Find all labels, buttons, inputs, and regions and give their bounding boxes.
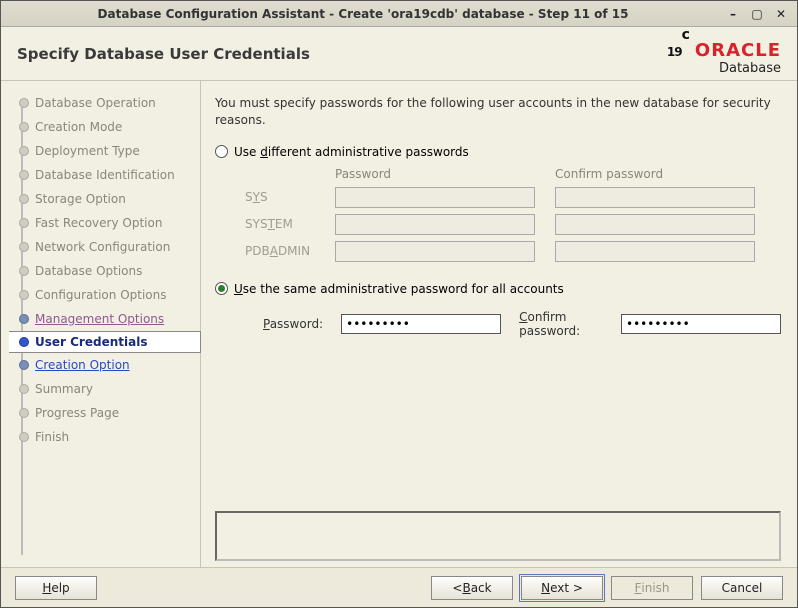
- wizard-step-deployment-type: Deployment Type: [9, 139, 200, 163]
- step-bullet-icon: [19, 408, 29, 418]
- radio-different-label: Use different administrative passwords: [234, 145, 469, 159]
- password-input[interactable]: [341, 314, 501, 334]
- step-label[interactable]: Creation Option: [35, 358, 130, 372]
- wizard-step-fast-recovery-option: Fast Recovery Option: [9, 211, 200, 235]
- step-label: Storage Option: [35, 192, 126, 206]
- step-label: Progress Page: [35, 406, 119, 420]
- wizard-step-database-operation: Database Operation: [9, 91, 200, 115]
- row-system-label: SYSTEM: [245, 217, 335, 231]
- wizard-step-configuration-options: Configuration Options: [9, 283, 200, 307]
- step-label: User Credentials: [35, 335, 147, 349]
- row-sys: SYS: [245, 187, 781, 208]
- footer: Help < Back Next > Finish Cancel: [1, 567, 797, 607]
- step-label: Configuration Options: [35, 288, 167, 302]
- row-sys-label: SYS: [245, 190, 335, 204]
- row-pdbadmin-label: PDBADMIN: [245, 244, 335, 258]
- step-bullet-icon: [19, 170, 29, 180]
- step-bullet-icon: [19, 432, 29, 442]
- row-system: SYSTEM: [245, 214, 781, 235]
- wizard-step-creation-option[interactable]: Creation Option: [9, 353, 200, 377]
- step-label: Deployment Type: [35, 144, 140, 158]
- wizard-step-database-options: Database Options: [9, 259, 200, 283]
- close-button[interactable]: ✕: [771, 6, 791, 22]
- header: Specify Database User Credentials 19c OR…: [1, 27, 797, 81]
- step-bullet-icon: [19, 266, 29, 276]
- step-label: Summary: [35, 382, 93, 396]
- next-button[interactable]: Next >: [521, 576, 603, 600]
- password-grid: Password Confirm password SYS SYSTEM: [245, 167, 781, 268]
- finish-button: Finish: [611, 576, 693, 600]
- step-label: Database Options: [35, 264, 142, 278]
- step-label: Creation Mode: [35, 120, 122, 134]
- back-button[interactable]: < Back: [431, 576, 513, 600]
- cancel-button[interactable]: Cancel: [701, 576, 783, 600]
- wizard-step-database-identification: Database Identification: [9, 163, 200, 187]
- sys-password: [335, 187, 535, 208]
- radio-same-password[interactable]: Use the same administrative password for…: [215, 282, 781, 296]
- wizard-step-management-options[interactable]: Management Options: [9, 307, 200, 331]
- step-bullet-icon: [19, 314, 29, 324]
- step-bullet-icon: [19, 122, 29, 132]
- same-password-row: Password: Confirm password:: [263, 310, 781, 338]
- pdbadmin-password: [335, 241, 535, 262]
- confirm-password-label: Confirm password:: [519, 310, 603, 338]
- radio-icon: [215, 282, 228, 295]
- titlebar: Database Configuration Assistant - Creat…: [1, 1, 797, 27]
- wizard-step-summary: Summary: [9, 377, 200, 401]
- grid-header-confirm: Confirm password: [555, 167, 755, 181]
- maximize-button[interactable]: ▢: [747, 6, 767, 22]
- content: Database Operation Creation Mode Deploymen…: [1, 81, 797, 567]
- step-bullet-icon: [19, 146, 29, 156]
- step-label[interactable]: Management Options: [35, 312, 164, 326]
- window: Database Configuration Assistant - Creat…: [0, 0, 798, 608]
- oracle-logo: 19c ORACLE Database: [667, 33, 781, 75]
- sys-confirm: [555, 187, 755, 208]
- step-bullet-icon: [19, 290, 29, 300]
- radio-different-passwords[interactable]: Use different administrative passwords: [215, 145, 781, 159]
- password-label: Password:: [263, 317, 323, 331]
- product-text: Database: [719, 62, 781, 75]
- wizard-step-storage-option: Storage Option: [9, 187, 200, 211]
- row-pdbadmin: PDBADMIN: [245, 241, 781, 262]
- wizard-step-network-configuration: Network Configuration: [9, 235, 200, 259]
- minimize-button[interactable]: –: [723, 6, 743, 22]
- step-bullet-icon: [19, 360, 29, 370]
- step-label: Network Configuration: [35, 240, 170, 254]
- wizard-step-creation-mode: Creation Mode: [9, 115, 200, 139]
- step-label: Finish: [35, 430, 69, 444]
- step-bullet-icon: [19, 384, 29, 394]
- wizard-step-user-credentials: User Credentials: [9, 331, 201, 353]
- wizard-steps-sidebar: Database Operation Creation Mode Deploymen…: [1, 81, 201, 567]
- grid-header-password: Password: [335, 167, 535, 181]
- brand-text: ORACLE: [695, 42, 781, 60]
- step-bullet-icon: [19, 98, 29, 108]
- pdbadmin-confirm: [555, 241, 755, 262]
- step-label: Database Identification: [35, 168, 175, 182]
- system-confirm: [555, 214, 755, 235]
- page-title: Specify Database User Credentials: [17, 45, 667, 63]
- confirm-password-input[interactable]: [621, 314, 781, 334]
- main-panel: You must specify passwords for the follo…: [201, 81, 797, 567]
- step-bullet-icon: [19, 194, 29, 204]
- radio-same-label: Use the same administrative password for…: [234, 282, 564, 296]
- step-label: Database Operation: [35, 96, 156, 110]
- step-bullet-icon: [19, 242, 29, 252]
- instruction-text: You must specify passwords for the follo…: [215, 95, 781, 129]
- wizard-step-progress-page: Progress Page: [9, 401, 200, 425]
- window-title: Database Configuration Assistant - Creat…: [7, 7, 719, 21]
- system-password: [335, 214, 535, 235]
- body: Specify Database User Credentials 19c OR…: [1, 27, 797, 607]
- wizard-step-finish: Finish: [9, 425, 200, 449]
- step-bullet-icon: [19, 218, 29, 228]
- radio-icon: [215, 145, 228, 158]
- step-label: Fast Recovery Option: [35, 216, 162, 230]
- step-bullet-icon: [19, 337, 29, 347]
- help-button[interactable]: Help: [15, 576, 97, 600]
- message-area: [215, 511, 781, 561]
